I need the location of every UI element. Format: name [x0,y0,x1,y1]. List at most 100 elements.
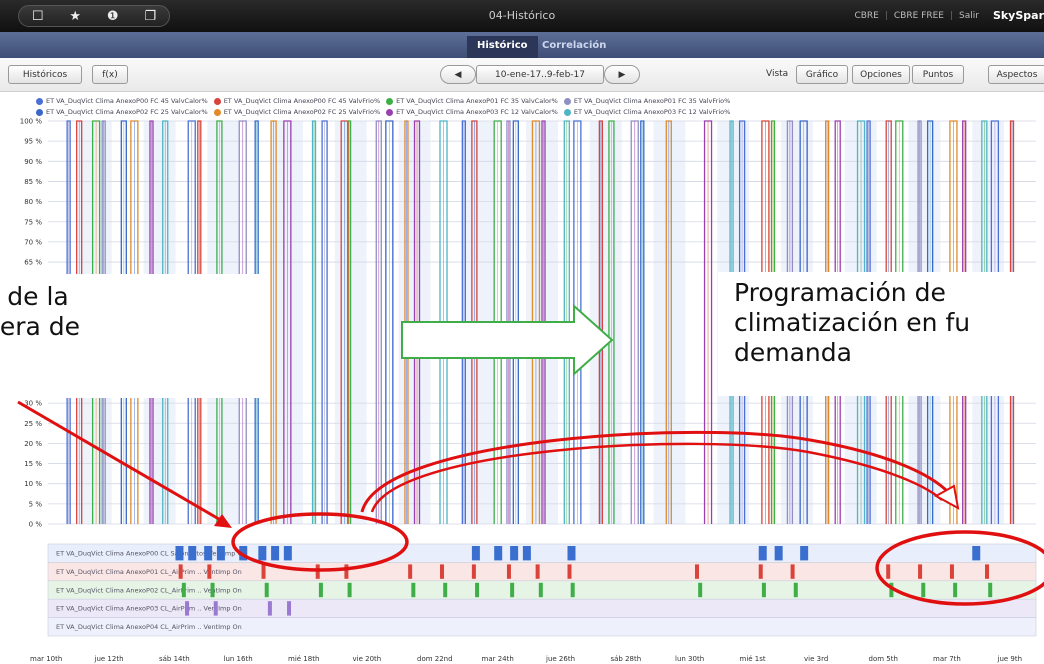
y-tick-label: 10 % [24,480,42,488]
lane-pulse [210,582,215,598]
legend-item[interactable]: ET VA_DuqVict Clima AnexoP01 FC 35 ValvC… [386,97,558,105]
historicos-button[interactable]: Históricos [8,65,82,84]
date-range-field[interactable]: 10-ene-17..9-feb-17 [476,65,604,84]
lane-pulse [178,564,183,579]
lane-pulse [758,546,767,561]
y-tick-label: 5 % [29,500,43,508]
x-tick-label: mar 10th [30,655,62,663]
lane-pulse [793,582,798,598]
x-tick-label: lun 16th [224,655,253,663]
lane-pulse [181,582,186,598]
y-tick-label: 15 % [24,460,42,468]
x-tick-label: mié 1st [740,655,766,663]
x-tick-label: mar 7th [933,655,961,663]
lane-pulse [261,564,266,579]
lane-pulse [315,564,320,579]
x-tick-label: lun 30th [675,655,704,663]
lane-pulse [188,546,197,561]
lane-pulse [175,546,184,561]
windows-icon[interactable]: ❐ [137,9,163,24]
lane-pulse [949,564,954,579]
square-icon[interactable]: ☐ [25,9,51,24]
lane-pulse [570,582,575,598]
annotation-text: Programación de [734,278,946,307]
window-title: 04-Histórico [488,9,556,22]
x-tick-label: dom 22nd [417,655,453,663]
lane-pulse [988,582,993,598]
puntos-button[interactable]: Puntos [912,65,964,84]
legend-label: ET VA_DuqVict Clima AnexoP00 FC 45 ValvC… [46,97,208,105]
lane-pulse [567,546,576,561]
lane-pulse [213,601,218,616]
legend-item[interactable]: ET VA_DuqVict Clima AnexoP00 FC 45 ValvC… [36,97,208,105]
x-tick-label: mar 24th [482,655,514,663]
lane-pulse [522,546,531,561]
legend-label: ET VA_DuqVict Clima AnexoP01 FC 35 ValvC… [396,97,558,105]
y-tick-label: 80 % [24,198,42,206]
x-tick-label: jue 9th [997,655,1023,663]
annotation-text: o de la [0,282,69,311]
legend-dot-icon [386,97,394,105]
x-tick-label: jue 26th [545,655,575,663]
lane-pulse [283,546,292,561]
lane-pulse [758,564,763,579]
link-cbre[interactable]: CBRE [854,11,878,21]
lane-pulse [886,564,891,579]
binary-lanes: ET VA_DuqVict Clima AnexoP00 CL SalonAct… [47,543,1037,637]
lane-pulse [972,546,981,561]
opciones-button[interactable]: Opciones [852,65,910,84]
toolbar: Históricos f(x) ◀ 10-ene-17..9-feb-17 ▶ … [0,58,1044,92]
x-axis-labels: mar 10th jue 12th sáb 14th lun 16th mié 18th… [30,655,1022,663]
y-tick-label: 65 % [24,259,42,267]
window-controls: ☐ ★ ❶ ❐ [18,5,170,27]
lane-pulse [538,582,543,598]
lane-pulse [185,601,190,616]
lane-pulse [774,546,783,561]
star-icon[interactable]: ★ [62,9,88,24]
legend-row-1: ET VA_DuqVict Clima AnexoP00 FC 45 ValvC… [36,97,736,105]
link-cbre-free[interactable]: CBRE FREE [894,11,944,21]
lane-pulse [318,582,323,598]
lane-pulse [475,582,480,598]
lane-pulse [347,582,352,598]
lane-pulse [471,564,476,579]
lane-pulse [408,564,413,579]
legend-dot-icon [213,97,221,105]
x-tick-label: sáb 14th [159,655,190,663]
x-tick-label: vie 20th [353,655,382,663]
legend-item[interactable]: ET VA_DuqVict Clima AnexoP00 FC 45 ValvF… [213,97,380,105]
link-salir[interactable]: Salir [959,11,979,21]
tab-correlacion[interactable]: Correlación [532,36,616,58]
annotation-text: climatización en fu [734,308,971,337]
lane-label: ET VA_DuqVict Clima AnexoP01 CL_AirPrim … [56,568,242,576]
y-tick-label: 30 % [24,400,42,408]
annotation-box-right: Programación de climatización en fu dema… [718,272,1044,396]
lane-pulse [267,601,272,616]
lane-pulse [800,546,809,561]
brand-logo: SkySpar [992,9,1044,22]
x-tick-label: vie 3rd [804,655,828,663]
download-icon[interactable]: ❶ [100,9,126,24]
legend-item[interactable]: ET VA_DuqVict Clima AnexoP01 FC 35 ValvF… [563,97,730,105]
next-range-button[interactable]: ▶ [604,65,640,84]
lane-pulse [494,546,503,561]
tab-bar: Histórico Correlación [0,32,1044,58]
annotation-text: demanda [734,338,852,367]
lane-pulse [510,582,515,598]
y-tick-label: 25 % [24,420,42,428]
lane-pulse [953,582,958,598]
prev-range-button[interactable]: ◀ [440,65,476,84]
y-tick-label: 75 % [24,218,42,226]
fx-button[interactable]: f(x) [92,65,128,84]
aspectos-button[interactable]: Aspectos [988,65,1044,84]
tab-historico[interactable]: Histórico [467,36,538,58]
lane-label: ET VA_DuqVict Clima AnexoP04 CL_AirPrim … [56,623,242,631]
x-tick-label: jue 12th [94,655,124,663]
annotation-text: uera de [0,312,81,341]
lane-pulse [471,546,480,561]
grafico-button[interactable]: Gráfico [796,65,848,84]
lane-pulse [216,546,225,561]
y-tick-label: 100 % [20,118,43,126]
x-tick-label: sáb 28th [611,655,642,663]
lane-pulse [985,564,990,579]
